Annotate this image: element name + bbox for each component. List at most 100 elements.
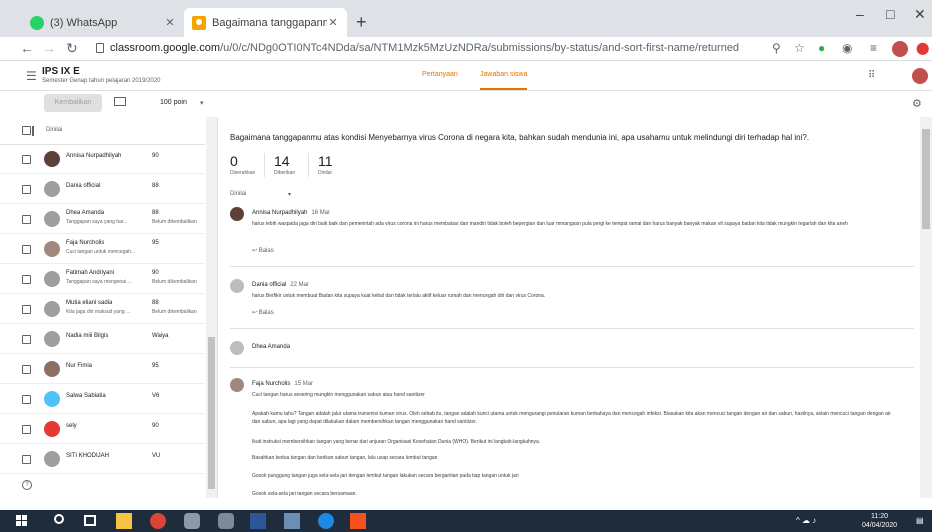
answer-item: Annisa Nurpadhilyah 16 Mar harus lebih wa… [230,207,914,267]
clock[interactable]: 11:20 04/04/2020 [862,512,897,530]
email-icon[interactable] [114,97,126,106]
notification-icon[interactable]: ▤ [916,516,924,525]
url-field[interactable]: classroom.google.com/u/0/c/NDg0OTI0NTc4N… [110,42,739,54]
hamburger-icon[interactable]: ☰ [26,69,37,83]
grade-status: Belum dikembalikan [152,309,197,315]
minimize-icon[interactable]: – [856,6,864,22]
list-scrollbar[interactable] [206,117,217,498]
forward-arrow-icon[interactable]: → [42,40,56,56]
avatar [44,331,60,347]
word-icon[interactable] [250,513,266,529]
app2-icon[interactable] [218,513,234,529]
detail-scrollbar[interactable] [920,117,932,498]
app-icon[interactable] [184,513,200,529]
table-row[interactable]: Nur Fimia 95 [0,355,205,384]
grade-status: Belum dikembalikan [152,279,197,285]
table-row[interactable]: sely 90 [0,415,205,444]
maximize-icon[interactable]: □ [886,6,894,22]
avatar [44,361,60,377]
extension-icon[interactable]: ● [818,41,825,55]
new-tab-button[interactable]: + [356,12,367,33]
table-row[interactable]: Annisa Nurpadhilyah 90 [0,145,205,174]
table-row[interactable]: Faja Nurcholis Cuci tangan untuk mencegah… [0,235,205,264]
student-grade: 95 [152,363,159,369]
extension2-icon[interactable]: ◉ [842,41,852,55]
table-row[interactable]: Dania official 88 [0,175,205,204]
reload-icon[interactable]: ↻ [66,40,78,57]
divider [230,328,914,329]
student-name: Annisa Nurpadhilyah [66,153,122,159]
edge-icon[interactable] [318,513,334,529]
tray-icons[interactable]: ^ ☁ ♪ [796,516,816,525]
row-checkbox[interactable] [22,275,31,284]
close-icon[interactable]: ✕ [327,16,339,29]
scrollbar-thumb[interactable] [922,129,930,229]
table-row[interactable]: Nadia miii Bilgis Waiya [0,325,205,354]
avatar [44,241,60,257]
answer-text: harus Berfikir untuk membuat Badan kita … [252,293,546,299]
points-select[interactable]: 100 poin [160,99,187,106]
answer-text: harus lebih waspada jaga diri baik baik … [252,221,848,227]
office-icon[interactable] [350,513,366,529]
address-bar: ← → ↻ classroom.google.com/u/0/c/NDg0OTI… [0,37,932,61]
table-row[interactable]: Dhea Amanda Tanggapan saya yang har... 88 B… [0,205,205,234]
table-row[interactable]: Fatimah Andriyani Tanggapan saya mengenai… [0,265,205,294]
file-explorer-icon[interactable] [116,513,132,529]
answer-date: 22 Mar [290,282,309,288]
menu-icon[interactable]: ⬤ [916,41,929,55]
gear-icon[interactable]: ⚙ [912,97,922,110]
search-icon[interactable] [54,514,64,524]
close-window-icon[interactable]: ✕ [914,6,926,23]
row-checkbox[interactable] [22,335,31,344]
windows-start-icon[interactable] [16,515,28,527]
row-checkbox[interactable] [22,155,31,164]
avatar [230,378,244,392]
close-icon[interactable]: ✕ [164,16,176,29]
lock-icon [96,43,104,53]
star-icon[interactable]: ☆ [794,41,805,55]
scrollbar-thumb[interactable] [208,337,215,489]
student-name: Fatimah Andriyani [66,270,115,276]
tab-pertanyaan[interactable]: Pertanyaan [422,71,458,78]
row-checkbox[interactable] [22,305,31,314]
browser-tab-bar: (3) WhatsApp ✕ Bagaimana tanggapanmu ata… [0,0,932,37]
grade-status: Belum dikembalikan [152,219,197,225]
row-checkbox[interactable] [22,245,31,254]
tab-whatsapp[interactable]: (3) WhatsApp ✕ [22,8,184,37]
avatar [44,211,60,227]
row-checkbox[interactable] [22,185,31,194]
help-icon[interactable]: ? [22,480,32,490]
table-row[interactable]: Salwa Sabiatia V6 [0,385,205,414]
select-all-checkbox[interactable] [22,126,31,135]
tab-jawaban-siswa[interactable]: Jawaban siswa [480,71,528,90]
row-checkbox[interactable] [22,425,31,434]
photos-icon[interactable] [284,513,300,529]
table-row[interactable]: SITI KHODIJAH VU [0,445,205,474]
chevron-down-icon[interactable]: ▾ [288,191,291,198]
filter-select[interactable]: Dinilai [230,191,246,197]
playlist-icon[interactable]: ≡ [870,41,877,55]
apps-grid-icon[interactable]: ⠿ [868,70,875,81]
avatar [230,207,244,221]
chevron-down-icon[interactable]: ▾ [200,99,204,107]
table-row[interactable]: Mutia eliani sadia Kita jaga diri maksud … [0,295,205,324]
row-checkbox[interactable] [22,455,31,464]
reply-button[interactable]: ↩ Balas [252,247,274,254]
profile-avatar[interactable] [892,41,908,57]
row-checkbox[interactable] [22,395,31,404]
return-button[interactable]: Kembalikan [44,94,102,112]
avatar [44,301,60,317]
row-checkbox[interactable] [22,215,31,224]
chrome-icon[interactable] [150,513,166,529]
student-snippet: Kita jaga diri maksud yang ... [66,309,131,315]
task-view-icon[interactable] [84,515,96,526]
row-checkbox[interactable] [22,365,31,374]
account-avatar[interactable] [912,68,928,84]
student-grade: VU [152,453,161,459]
zoom-icon[interactable]: ⚲ [772,41,781,55]
answer-author: Dania official [252,282,287,288]
stat-diserahkan: 0 Diserahkan [230,153,256,176]
tab-classroom[interactable]: Bagaimana tanggapanmu atas k ✕ [184,8,347,37]
reply-button[interactable]: ↩ Balas [252,309,274,316]
back-arrow-icon[interactable]: ← [20,40,34,56]
